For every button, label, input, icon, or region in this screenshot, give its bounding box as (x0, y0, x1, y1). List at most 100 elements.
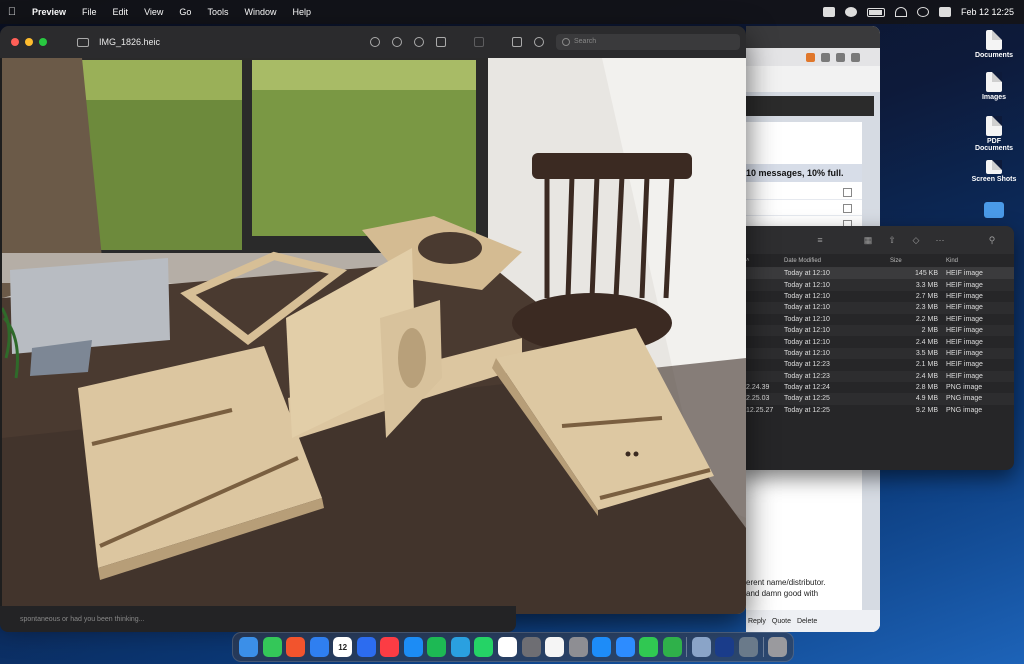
menubar-clock[interactable]: Feb 12 12:25 (961, 7, 1014, 17)
dock-calendar-icon[interactable]: 12 (333, 637, 353, 657)
desktop-icon-documents[interactable]: Documents (964, 30, 1024, 59)
table-row[interactable]: Today at 12:10 2 MB HEIF image (738, 324, 1014, 337)
extension-puzzle-icon[interactable] (821, 52, 830, 62)
folder-icon (986, 72, 1002, 92)
quote-button[interactable]: Quote (772, 618, 791, 625)
dock-trash-icon[interactable] (768, 637, 788, 657)
delete-button[interactable]: Delete (797, 618, 817, 625)
dock-app-store-like-icon[interactable] (356, 637, 376, 657)
table-row[interactable]: Today at 12:10 3.5 MB HEIF image (738, 347, 1014, 360)
tag-icon[interactable]: ◇ (910, 235, 922, 245)
dock-music-icon[interactable] (380, 637, 400, 657)
telegram-status-icon[interactable] (844, 7, 857, 17)
dock-app-store-icon[interactable] (403, 637, 423, 657)
dock-separator (686, 637, 688, 657)
desktop-icon-images[interactable]: Images (964, 72, 1024, 101)
file-date: Today at 12:10 (784, 327, 830, 335)
zoom-button[interactable] (39, 38, 47, 46)
menu-go[interactable]: Go (171, 7, 199, 17)
dock-spotify-icon[interactable] (427, 637, 447, 657)
menu-app-name[interactable]: Preview (24, 7, 74, 17)
table-row[interactable]: Today at 12:10 145 KB HEIF image (738, 268, 1014, 280)
spotlight-icon[interactable] (916, 7, 929, 17)
view-options-icon[interactable]: ▦ (862, 235, 874, 245)
menu-bar:  Preview File Edit View Go Tools Window… (0, 0, 1024, 24)
dock-mail-icon[interactable] (309, 637, 329, 657)
file-date: Today at 12:10 (784, 349, 830, 357)
table-row[interactable]: 2.24.39 Today at 12:24 2.8 MB PNG image (738, 382, 1014, 393)
dock-finder-icon[interactable] (239, 637, 258, 657)
dock-messages-icon[interactable] (262, 637, 282, 657)
table-row[interactable]: Today at 12:10 2.3 MB HEIF image (738, 302, 1014, 314)
info-icon[interactable] (370, 37, 380, 47)
sidebar-icon[interactable] (836, 52, 845, 62)
dock-numbers-icon[interactable] (662, 637, 682, 657)
list-item[interactable] (746, 184, 862, 200)
table-row[interactable]: Today at 12:10 2.2 MB HEIF image (738, 314, 1014, 325)
menu-icon[interactable] (851, 52, 860, 62)
zoom-in-icon[interactable] (414, 37, 424, 47)
minimize-button[interactable] (25, 38, 33, 46)
post-body: erent name/distributor. and damn good wi… (746, 578, 826, 598)
message-list (746, 184, 862, 232)
dock-magnifier-icon[interactable] (739, 637, 758, 657)
battery-icon[interactable] (866, 7, 885, 17)
file-kind: HEIF image (946, 292, 983, 300)
table-row[interactable]: Today at 12:10 3.3 MB HEIF image (738, 279, 1014, 291)
desktop-folder-icon[interactable] (984, 202, 1004, 218)
menu-file[interactable]: File (74, 7, 105, 17)
markup-pen-icon[interactable] (474, 37, 484, 47)
file-date: Today at 12:10 (784, 315, 830, 323)
dock-whatsapp-icon[interactable] (474, 637, 494, 657)
wifi-icon[interactable] (894, 7, 907, 17)
menu-tools[interactable]: Tools (199, 7, 236, 17)
table-row[interactable]: Today at 12:10 2.7 MB HEIF image (738, 291, 1014, 302)
menu-window[interactable]: Window (236, 7, 284, 17)
table-row[interactable]: Today at 12:23 2.4 MB HEIF image (738, 370, 1014, 382)
dock-safari-icon[interactable] (592, 637, 612, 657)
share-icon[interactable]: ⇧ (886, 235, 898, 245)
desktop-icon-pdf-documents[interactable]: PDF Documents (964, 116, 1024, 152)
dock-reminders-icon[interactable] (545, 637, 565, 657)
desktop-icon-screen-shots[interactable]: Screen Shots (964, 160, 1024, 183)
menu-edit[interactable]: Edit (105, 7, 137, 17)
dock-zoom-icon[interactable] (615, 637, 635, 657)
table-row[interactable]: Today at 12:23 2.1 MB HEIF image (738, 359, 1014, 370)
status-app-icon[interactable] (822, 7, 835, 17)
column-size[interactable]: Size (888, 258, 944, 264)
control-center-icon[interactable] (938, 7, 951, 17)
extension-icon[interactable] (806, 52, 815, 62)
folder-icon (986, 160, 1002, 174)
dock-preview-icon[interactable] (691, 637, 711, 657)
zoom-out-icon[interactable] (392, 37, 402, 47)
column-kind[interactable]: Kind (944, 258, 1014, 264)
table-row[interactable]: Today at 12:10 2.4 MB HEIF image (738, 336, 1014, 347)
table-row[interactable]: 12.25.27 Today at 12:25 9.2 MB PNG image (738, 405, 1014, 416)
more-actions-icon[interactable]: ⋯ (934, 235, 946, 245)
search-icon[interactable]: ⚲ (986, 235, 998, 245)
dock-settings-icon[interactable] (568, 637, 588, 657)
sidebar-toggle-icon[interactable] (77, 37, 89, 47)
rotate-icon[interactable] (512, 37, 522, 47)
close-button[interactable] (11, 38, 19, 46)
apple-menu-icon[interactable]:  (0, 6, 24, 18)
menu-help[interactable]: Help (284, 7, 319, 17)
reply-button[interactable]: Reply (748, 618, 766, 625)
folder-icon (986, 30, 1002, 50)
search-input[interactable]: Search (556, 34, 740, 50)
dock-brave-icon[interactable] (286, 637, 306, 657)
share-icon[interactable] (436, 37, 446, 47)
table-row[interactable]: 2.25.03 Today at 12:25 4.9 MB PNG image (738, 393, 1014, 405)
dock-calculator-icon[interactable] (521, 637, 541, 657)
dock-facetime-icon[interactable] (639, 637, 659, 657)
menu-view[interactable]: View (136, 7, 171, 17)
group-icon[interactable]: ≡ (814, 235, 826, 245)
file-size: 2.3 MB (915, 304, 938, 312)
markup-icon[interactable] (534, 37, 544, 47)
list-item[interactable] (746, 200, 862, 216)
dock-xcode-like-icon[interactable] (715, 637, 735, 657)
column-date-modified[interactable]: Date Modified (784, 258, 888, 264)
file-kind: HEIF image (946, 349, 983, 357)
dock-telegram-icon[interactable] (450, 637, 470, 657)
dock-r-app-icon[interactable] (498, 637, 517, 657)
